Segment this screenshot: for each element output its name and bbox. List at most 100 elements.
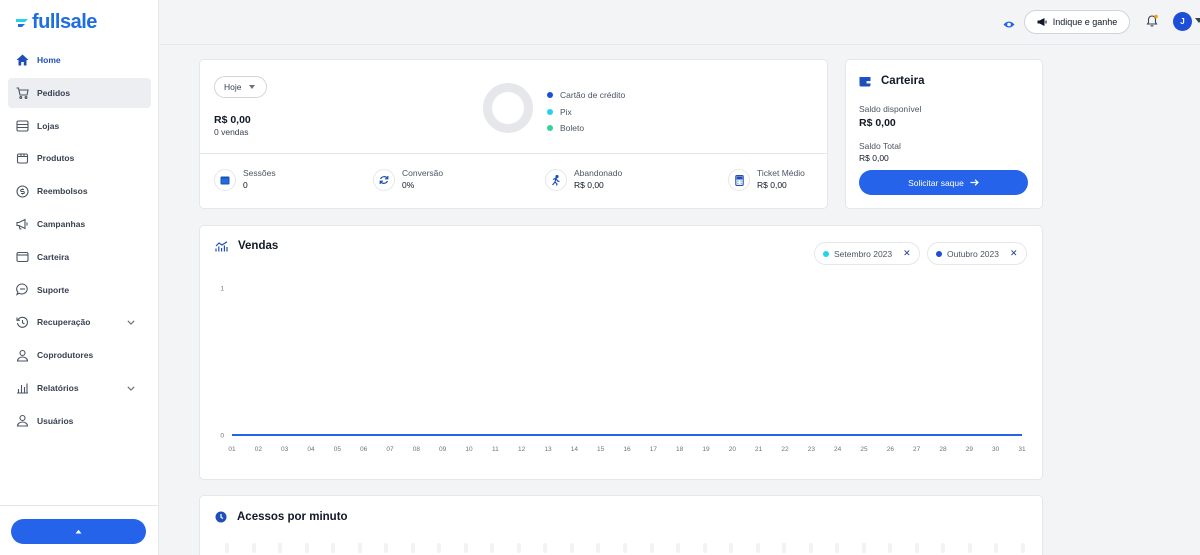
sidebar-item-label: Suporte bbox=[37, 284, 70, 295]
placeholder-bar bbox=[967, 543, 972, 553]
caret-down-icon bbox=[249, 85, 256, 89]
access-title-text: Acessos por minuto bbox=[237, 511, 348, 523]
chat-icon bbox=[15, 283, 29, 297]
chevron-down-icon[interactable] bbox=[127, 317, 135, 327]
placeholder-bar bbox=[304, 543, 309, 553]
x-tick-label: 11 bbox=[492, 446, 499, 453]
placeholder-bar bbox=[782, 543, 787, 553]
users-icon bbox=[15, 348, 29, 362]
sidebar-item-suporte[interactable]: Suporte bbox=[8, 275, 151, 305]
sidebar-item-lojas[interactable]: Lojas bbox=[8, 111, 151, 141]
sidebar-item-home[interactable]: Home bbox=[8, 45, 151, 75]
sidebar-item-recuperacao[interactable]: Recuperação bbox=[8, 307, 151, 337]
withdraw-button[interactable]: Solicitar saque bbox=[859, 170, 1028, 195]
sidebar-item-carteira[interactable]: Carteira bbox=[8, 242, 151, 272]
legend-dot bbox=[547, 92, 553, 99]
refer-button-label: Indique e ganhe bbox=[1052, 17, 1118, 27]
notification-bell-icon[interactable] bbox=[1145, 14, 1159, 33]
metric-abandonado: Abandonado R$ 0,00 bbox=[545, 168, 622, 192]
period-select-value: Hoje bbox=[224, 82, 242, 92]
metric-value: R$ 0,00 bbox=[574, 180, 604, 190]
placeholder-bar bbox=[225, 543, 229, 553]
period-select[interactable]: Hoje bbox=[214, 76, 267, 98]
placeholder-bar bbox=[914, 543, 919, 553]
sidebar-footer-button[interactable] bbox=[11, 519, 146, 544]
available-balance-label: Saldo disponível bbox=[859, 104, 922, 114]
placeholder-bar bbox=[622, 543, 627, 553]
placeholder-bar bbox=[410, 543, 415, 553]
payment-method-donut bbox=[483, 83, 533, 133]
placeholder-bar bbox=[808, 543, 813, 553]
user-icon bbox=[15, 414, 29, 428]
store-icon bbox=[15, 119, 29, 133]
x-tick-label: 05 bbox=[334, 446, 342, 453]
fullsale-logo[interactable]: fullsale bbox=[15, 11, 97, 34]
running-person-icon bbox=[545, 169, 567, 191]
x-tick-label: 26 bbox=[887, 446, 895, 453]
placeholder-bar bbox=[941, 543, 946, 553]
placeholder-bar bbox=[463, 543, 468, 553]
x-tick-label: 12 bbox=[518, 446, 526, 453]
sidebar-item-relatorios[interactable]: Relatórios bbox=[8, 373, 151, 403]
calculator-icon bbox=[728, 169, 750, 191]
browser-icon bbox=[214, 169, 236, 191]
wallet-title-text: Carteira bbox=[881, 75, 925, 87]
placeholder-bar bbox=[569, 543, 574, 553]
placeholder-bar bbox=[676, 543, 681, 553]
caret-down-icon[interactable] bbox=[1195, 18, 1200, 23]
metric-conversao: Conversão 0% bbox=[373, 168, 443, 192]
topbar: Indique e ganhe J bbox=[160, 0, 1200, 45]
metric-value: R$ 0,00 bbox=[757, 180, 787, 190]
sidebar-item-label: Carteira bbox=[37, 251, 70, 262]
sidebar-item-coprodutores[interactable]: Coprodutores bbox=[8, 340, 151, 370]
placeholder-bar bbox=[331, 543, 336, 553]
sidebar-item-usuarios[interactable]: Usuários bbox=[8, 406, 151, 436]
arrow-right-icon bbox=[970, 179, 979, 186]
metric-label: Sessões bbox=[243, 168, 276, 178]
x-tick-label: 30 bbox=[992, 446, 1000, 453]
access-per-minute-card: Acessos por minuto bbox=[199, 495, 1043, 555]
sidebar-item-label: Campanhas bbox=[37, 218, 86, 229]
wallet-icon bbox=[859, 76, 871, 86]
home-icon bbox=[15, 53, 29, 67]
x-tick-label: 23 bbox=[808, 446, 816, 453]
x-tick-label: 14 bbox=[571, 446, 579, 453]
x-tick-label: 19 bbox=[702, 446, 710, 453]
sidebar-item-label: Coprodutores bbox=[37, 350, 94, 361]
brand-name: fullsale bbox=[32, 11, 97, 33]
sidebar-item-label: Reembolsos bbox=[37, 186, 88, 197]
x-tick-label: 10 bbox=[465, 446, 473, 453]
placeholder-bar bbox=[702, 543, 707, 553]
avatar[interactable]: J bbox=[1173, 12, 1192, 31]
placeholder-bar bbox=[729, 543, 734, 553]
access-title: Acessos por minuto bbox=[215, 511, 348, 523]
sidebar-item-label: Recuperação bbox=[37, 317, 91, 328]
x-tick-label: 28 bbox=[939, 446, 947, 453]
x-tick-label: 25 bbox=[860, 446, 868, 453]
sidebar-item-reembolsos[interactable]: Reembolsos bbox=[8, 176, 151, 206]
wallet-title: Carteira bbox=[859, 75, 924, 87]
legend-label: Boleto bbox=[560, 123, 585, 134]
sales-chart-card: Vendas Setembro 2023 ✕ Outubro 2023 ✕ 01… bbox=[199, 225, 1043, 480]
metric-value: 0 bbox=[243, 180, 248, 190]
sidebar-item-label: Pedidos bbox=[37, 87, 71, 98]
placeholder-bar bbox=[251, 543, 256, 553]
eye-icon[interactable] bbox=[1003, 16, 1015, 34]
sidebar-item-produtos[interactable]: Produtos bbox=[8, 143, 151, 173]
x-tick-label: 22 bbox=[781, 446, 789, 453]
dollar-circle-icon bbox=[15, 184, 29, 198]
access-placeholder-bars bbox=[225, 543, 1025, 553]
placeholder-bar bbox=[596, 543, 601, 553]
chevron-down-icon[interactable] bbox=[127, 383, 135, 393]
metric-label: Abandonado bbox=[574, 168, 623, 178]
y-tick-label: 0 bbox=[220, 433, 224, 440]
wallet-card: Carteira Saldo disponível R$ 0,00 Saldo … bbox=[845, 59, 1043, 209]
y-tick-label: 1 bbox=[220, 286, 224, 293]
legend-dot bbox=[547, 125, 553, 132]
sidebar-item-campanhas[interactable]: Campanhas bbox=[8, 209, 151, 239]
refer-button[interactable]: Indique e ganhe bbox=[1024, 10, 1130, 34]
x-tick-label: 31 bbox=[1018, 446, 1026, 453]
bar-chart-icon bbox=[15, 381, 29, 395]
placeholder-bar bbox=[861, 543, 866, 553]
sidebar-item-pedidos[interactable]: Pedidos bbox=[8, 77, 151, 108]
